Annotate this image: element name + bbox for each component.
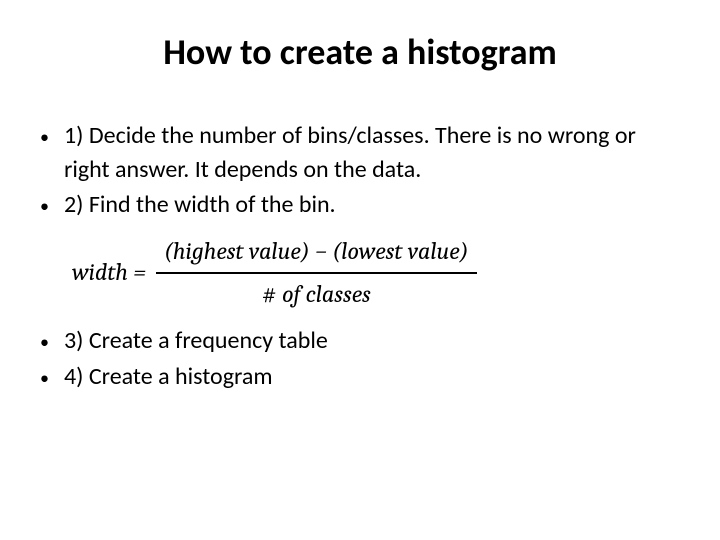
bullet-icon: • — [40, 188, 64, 222]
bullet-icon: • — [40, 119, 64, 186]
denominator-rest: of classes — [282, 280, 371, 308]
slide-content: • 1) Decide the number of bins/classes. … — [40, 119, 680, 395]
step-1-text: 1) Decide the number of bins/classes. Th… — [64, 119, 680, 186]
formula-numerator: (highest value) − (lowest value) — [156, 235, 477, 275]
step-2-text: 2) Find the width of the bin. — [64, 188, 680, 222]
step-4-text: 4) Create a histogram — [64, 360, 680, 394]
step-2: • 2) Find the width of the bin. — [40, 188, 680, 222]
formula-lhs: width = — [72, 256, 146, 290]
width-formula: width = (highest value) − (lowest value)… — [72, 235, 680, 312]
step-4: • 4) Create a histogram — [40, 360, 680, 394]
bullet-icon: • — [40, 324, 64, 358]
denominator-hash: # — [262, 280, 282, 308]
slide-title: How to create a histogram — [40, 30, 680, 74]
formula-denominator: # of classes — [254, 274, 379, 312]
formula-fraction: (highest value) − (lowest value) # of cl… — [156, 235, 477, 312]
bullet-icon: • — [40, 360, 64, 394]
step-3-text: 3) Create a frequency table — [64, 324, 680, 358]
step-3: • 3) Create a frequency table — [40, 324, 680, 358]
step-1: • 1) Decide the number of bins/classes. … — [40, 119, 680, 186]
